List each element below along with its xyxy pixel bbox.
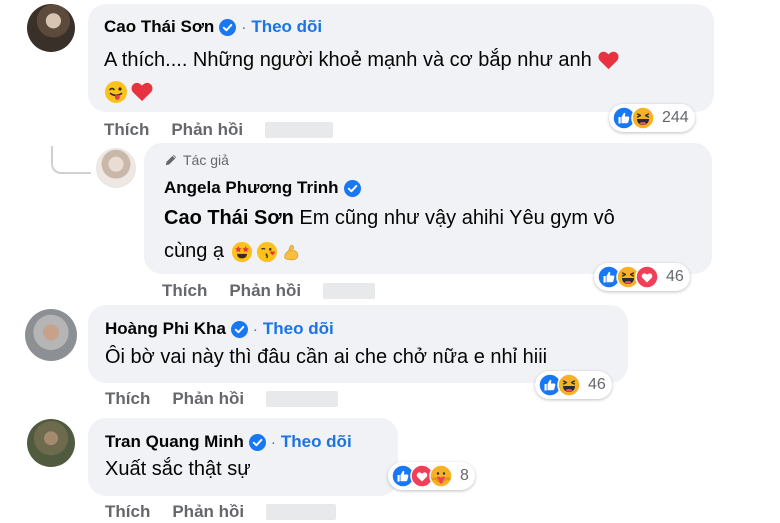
- reply-button[interactable]: Phản hồi: [171, 120, 243, 140]
- reaction-summary[interactable]: 8: [388, 462, 475, 490]
- like-button[interactable]: Thích: [105, 502, 150, 522]
- comment-actions: Thích Phản hồi: [162, 281, 376, 301]
- comment-emoji-row: [104, 80, 154, 104]
- avatar[interactable]: [96, 148, 136, 188]
- star-struck-emoji: [231, 241, 253, 262]
- haha-reaction-icon: [631, 106, 655, 130]
- timestamp-redacted: [266, 504, 337, 520]
- comment-actions: Thích Phản hồi: [105, 502, 337, 522]
- comment-header: Tran Quang Minh · Theo dõi: [105, 432, 352, 452]
- commenter-name[interactable]: Tran Quang Minh: [105, 432, 244, 452]
- author-badge-label: Tác giả: [183, 152, 229, 168]
- follow-button[interactable]: Theo dõi: [251, 17, 322, 37]
- verified-badge-icon: [231, 321, 248, 338]
- reaction-count: 46: [666, 268, 684, 285]
- comment-text-row-2: cùng ạ: [164, 240, 303, 263]
- flexed-biceps-emoji: [284, 244, 299, 260]
- comment-text: Em cũng như vậy ahihi Yêu gym vô: [299, 207, 615, 229]
- comment-bubble: [88, 418, 398, 496]
- comment-text-row: A thích.... Những người khoẻ mạnh và cơ …: [104, 49, 620, 72]
- follow-button[interactable]: Theo dõi: [263, 319, 334, 339]
- avatar[interactable]: [27, 419, 75, 467]
- author-badge: Tác giả: [164, 152, 229, 168]
- timestamp-redacted: [265, 122, 334, 138]
- separator-dot: ·: [270, 433, 276, 451]
- reply-button[interactable]: Phản hồi: [172, 389, 244, 409]
- comment-text: Xuất sắc thật sự: [105, 458, 251, 480]
- mention-tag[interactable]: Cao Thái Sơn: [164, 207, 294, 229]
- comment-actions: Thích Phản hồi: [105, 389, 339, 409]
- comment-text-row: Cao Thái Sơn Em cũng như vậy ahihi Yêu g…: [164, 207, 615, 230]
- comment-header: Angela Phương Trinh: [164, 178, 361, 198]
- commenter-name[interactable]: Angela Phương Trinh: [164, 178, 339, 198]
- verified-badge-icon: [344, 180, 361, 197]
- reaction-count: 46: [588, 376, 606, 393]
- haha-reaction-icon: [557, 373, 581, 397]
- kissing-heart-emoji: [256, 241, 278, 262]
- verified-badge-icon: [219, 19, 236, 36]
- pencil-icon: [165, 154, 177, 166]
- thread-connector: [51, 146, 91, 174]
- love-reaction-icon: [635, 265, 659, 289]
- comment-actions: Thích Phản hồi: [104, 120, 334, 140]
- verified-badge-icon: [249, 434, 266, 451]
- comment-text-continued: cùng ạ: [164, 240, 225, 262]
- avatar[interactable]: [25, 309, 77, 361]
- timestamp-redacted: [266, 391, 339, 407]
- comment-text: A thích.... Những người khoẻ mạnh và cơ …: [104, 49, 592, 71]
- timestamp-redacted: [323, 283, 376, 299]
- commenter-name[interactable]: Hoàng Phi Kha: [105, 319, 226, 339]
- reaction-count: 244: [662, 109, 689, 126]
- reaction-summary[interactable]: 46: [535, 371, 612, 399]
- red-heart-emoji: [598, 51, 619, 70]
- follow-button[interactable]: Theo dõi: [281, 432, 352, 452]
- comment-text: Ôi bờ vai này thì đâu cần ai che chở nữa…: [105, 346, 548, 368]
- comment-header: Hoàng Phi Kha · Theo dõi: [105, 319, 334, 339]
- like-button[interactable]: Thích: [104, 120, 149, 140]
- avatar[interactable]: [27, 4, 75, 52]
- comment-header: Cao Thái Sơn · Theo dõi: [104, 17, 322, 37]
- like-button[interactable]: Thích: [105, 389, 150, 409]
- separator-dot: ·: [241, 18, 247, 36]
- like-button[interactable]: Thích: [162, 281, 207, 301]
- winking-tongue-emoji: [105, 81, 127, 103]
- reaction-count: 8: [460, 467, 469, 484]
- care-reaction-icon: [429, 464, 453, 488]
- reply-button[interactable]: Phản hồi: [172, 502, 244, 522]
- commenter-name[interactable]: Cao Thái Sơn: [104, 17, 214, 37]
- separator-dot: ·: [252, 320, 258, 338]
- red-heart-emoji: [131, 82, 153, 101]
- reply-button[interactable]: Phản hồi: [229, 281, 301, 301]
- reaction-summary[interactable]: 46: [594, 263, 690, 291]
- reaction-summary[interactable]: 244: [609, 104, 695, 132]
